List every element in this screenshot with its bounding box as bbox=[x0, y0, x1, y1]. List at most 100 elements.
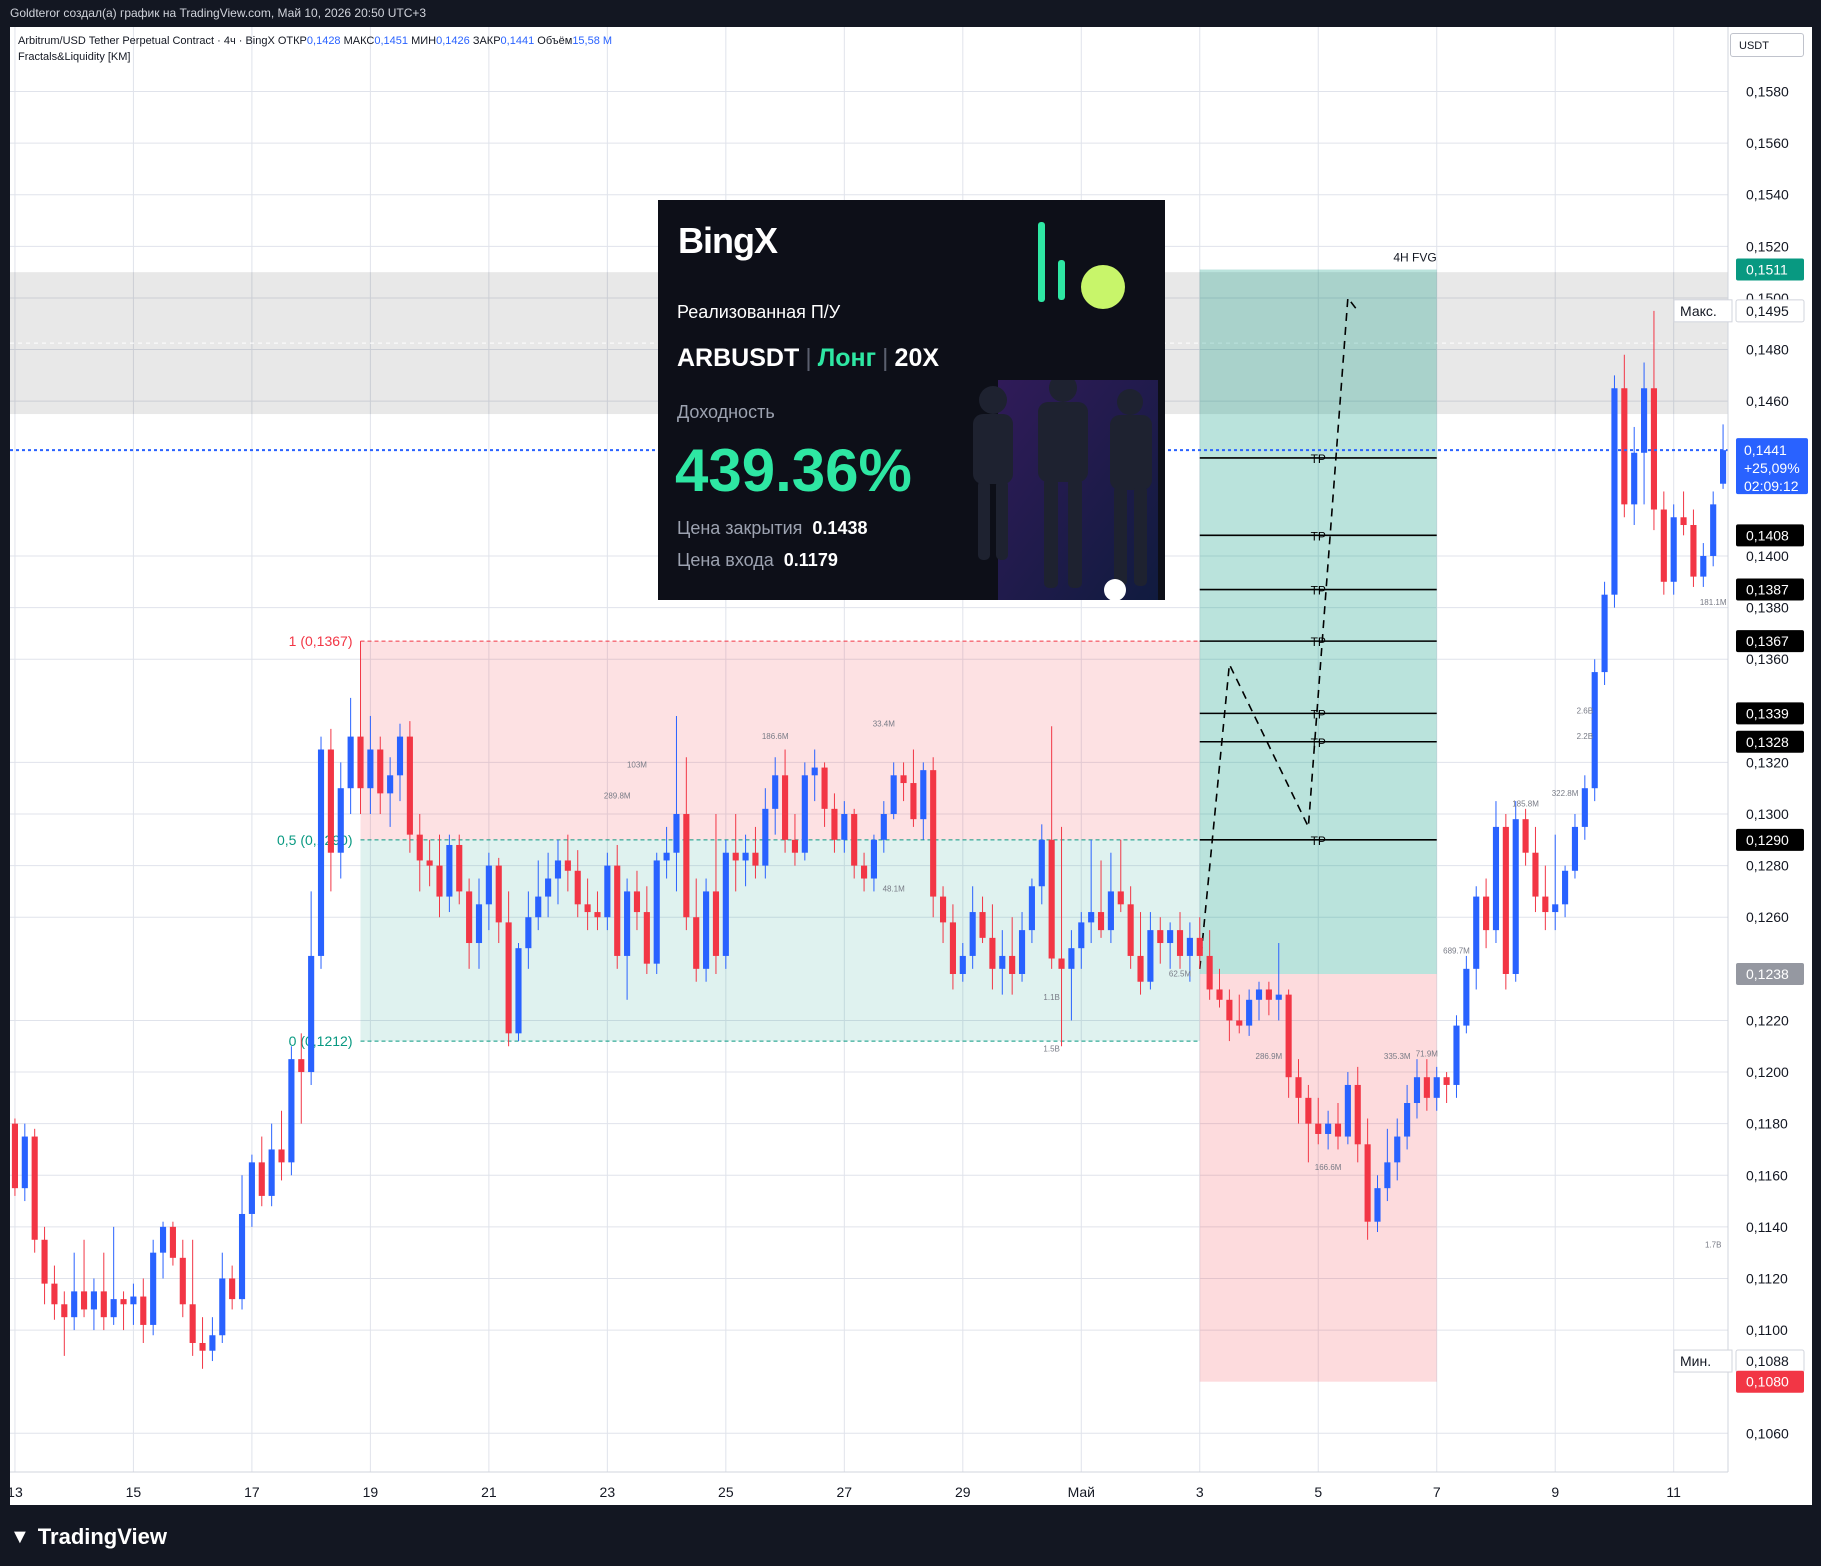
candle bbox=[229, 1265, 236, 1310]
candle-body bbox=[159, 1226, 167, 1253]
candle-body bbox=[466, 891, 473, 944]
candle-body bbox=[41, 1239, 48, 1284]
currency-button[interactable]: USDT bbox=[1730, 33, 1804, 57]
candle-body bbox=[1295, 1077, 1302, 1098]
candle bbox=[209, 1317, 216, 1362]
fvg-target-box bbox=[1199, 269, 1437, 974]
bars-logo-icon bbox=[1038, 222, 1125, 309]
pair-leverage: 20X bbox=[894, 344, 940, 372]
legend-indicator[interactable]: Fractals&Liquidity [KM] bbox=[18, 51, 612, 67]
candle-body bbox=[564, 860, 571, 871]
candle-body bbox=[979, 912, 986, 938]
x-tick-label: 29 bbox=[955, 1484, 971, 1500]
candle-body bbox=[80, 1291, 88, 1310]
candle-body bbox=[890, 775, 897, 815]
liquidity-note: 2.6B bbox=[1577, 706, 1593, 715]
candle bbox=[515, 943, 522, 1042]
candle-body bbox=[1157, 930, 1164, 944]
candle-body bbox=[1601, 594, 1608, 673]
price-label: 0,1088 bbox=[1746, 1353, 1789, 1369]
x-tick-label: 25 bbox=[718, 1484, 734, 1500]
candle-body bbox=[791, 839, 799, 853]
y-tick-label: 0,1560 bbox=[1746, 135, 1789, 151]
close-price-row: Цена закрытия 0.1438 bbox=[677, 518, 867, 539]
y-tick-label: 0,1520 bbox=[1746, 238, 1789, 254]
entry-price-label: Цена входа bbox=[677, 550, 774, 570]
candle-body bbox=[1147, 930, 1154, 982]
candle-body bbox=[643, 912, 650, 964]
candle-body bbox=[1226, 999, 1233, 1021]
tp-label: TP bbox=[1311, 707, 1326, 721]
x-tick-label: 9 bbox=[1551, 1484, 1559, 1500]
candle-body bbox=[1216, 989, 1223, 1000]
candle-body bbox=[1344, 1084, 1351, 1137]
tp-label: TP bbox=[1311, 452, 1326, 466]
candle-body bbox=[288, 1059, 295, 1163]
tradingview-logo[interactable]: ⁠▼ TradingView bbox=[10, 1524, 167, 1550]
candle-body bbox=[1255, 989, 1263, 1000]
candle-body bbox=[456, 844, 463, 892]
liquidity-note: 286.9M bbox=[1256, 1052, 1283, 1061]
candle bbox=[31, 1128, 38, 1253]
candle bbox=[1562, 865, 1569, 918]
price-label: 0,1511 bbox=[1746, 262, 1788, 278]
price-tag: Макс. bbox=[1680, 303, 1717, 319]
legend-open: 0,1428 bbox=[306, 35, 341, 47]
candle-body bbox=[1018, 930, 1026, 974]
liquidity-note: 166.6M bbox=[1315, 1163, 1342, 1172]
candle bbox=[140, 1278, 147, 1343]
x-tick-label: 5 bbox=[1314, 1484, 1322, 1500]
candle-body bbox=[1196, 937, 1203, 956]
price-label: 0,1408 bbox=[1746, 527, 1789, 543]
candle-body bbox=[525, 917, 532, 949]
fvg-label: 4H FVG bbox=[1393, 251, 1436, 265]
candle bbox=[930, 757, 937, 918]
candle-body bbox=[554, 860, 562, 879]
candle-body bbox=[110, 1299, 117, 1318]
candle-body bbox=[1068, 948, 1075, 969]
candle-body bbox=[1305, 1097, 1312, 1124]
chart-legend: Arbitrum/USD Tether Perpetual Contract ·… bbox=[18, 35, 612, 67]
x-tick-label: 7 bbox=[1433, 1484, 1441, 1500]
candle bbox=[1720, 424, 1727, 489]
candle-body bbox=[377, 749, 384, 794]
candle-body bbox=[1581, 788, 1588, 827]
candle bbox=[1601, 581, 1608, 685]
candle bbox=[1611, 375, 1618, 608]
liquidity-note: 186.6M bbox=[762, 732, 789, 741]
y-tick-label: 0,1060 bbox=[1746, 1425, 1789, 1441]
candle-body bbox=[515, 948, 522, 1034]
candle bbox=[21, 1123, 28, 1202]
candle-body bbox=[604, 865, 611, 918]
candle-body bbox=[1176, 930, 1184, 956]
candle bbox=[1710, 491, 1717, 567]
legend-volume: 15,58 M bbox=[572, 35, 613, 47]
candle-body bbox=[1097, 912, 1105, 931]
candle-body bbox=[762, 808, 769, 866]
liquidity-note: 185.8M bbox=[1512, 799, 1539, 808]
candle-body bbox=[633, 891, 641, 913]
y-tick-label: 0,1480 bbox=[1746, 342, 1789, 358]
price-label: 0,1290 bbox=[1746, 832, 1789, 848]
candle-body bbox=[673, 814, 680, 853]
candle-body bbox=[219, 1278, 226, 1336]
candle bbox=[248, 1154, 255, 1227]
candle bbox=[1473, 886, 1480, 990]
price-label: 0,1387 bbox=[1746, 582, 1789, 598]
candle-body bbox=[1236, 1020, 1243, 1026]
candle-body bbox=[1364, 1144, 1371, 1222]
candle-body bbox=[1473, 896, 1480, 969]
y-tick-label: 0,1300 bbox=[1746, 806, 1789, 822]
tradingview-brand: TradingView bbox=[37, 1524, 167, 1549]
liquidity-note: 335.3M bbox=[1384, 1052, 1411, 1061]
candle-body bbox=[1552, 904, 1559, 913]
legend-close-label: ЗАКР bbox=[472, 35, 501, 47]
candle-body bbox=[920, 770, 927, 820]
candle bbox=[1631, 426, 1638, 526]
candle-body bbox=[51, 1283, 58, 1305]
tp-label: TP bbox=[1311, 584, 1326, 598]
candle-body bbox=[1621, 388, 1628, 505]
candle-body bbox=[1720, 450, 1727, 484]
candle-body bbox=[1433, 1077, 1440, 1098]
candle bbox=[51, 1265, 58, 1320]
